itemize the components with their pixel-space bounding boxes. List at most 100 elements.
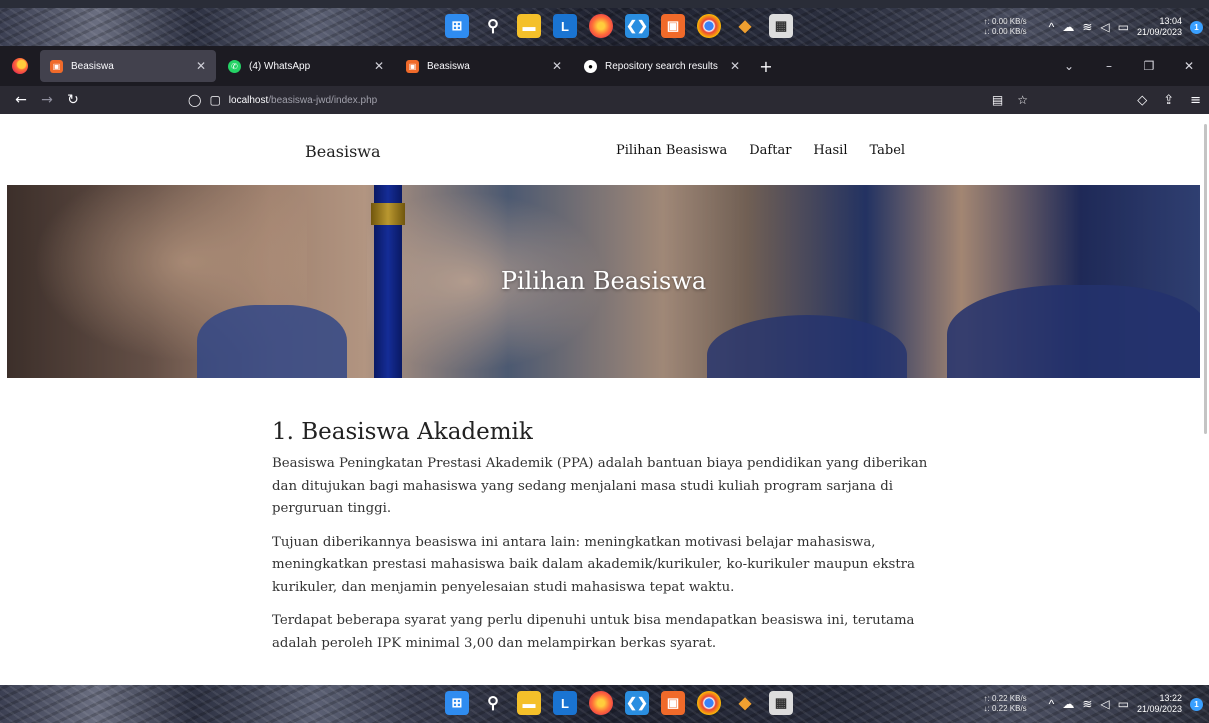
cloud-icon[interactable]: ☁ (1062, 20, 1074, 34)
close-tab-icon[interactable]: ✕ (552, 59, 562, 73)
menu-hasil[interactable]: Hasil (813, 143, 847, 158)
restore-button[interactable]: ❐ (1129, 59, 1169, 73)
clock-time: 13:04 (1159, 16, 1182, 26)
url-bar[interactable]: ◯ ▢ localhost/beasiswa-jwd/index.php ▤ ☆ (188, 86, 1038, 114)
file-explorer-icon[interactable]: ▬ (517, 14, 541, 38)
taskbar-apps: ⊞ ⚲ ▬ L ❮❯ ▣ ◆ ▦ (445, 691, 793, 715)
tab-title: Beasiswa (71, 60, 114, 72)
scrollbar-thumb[interactable] (1204, 124, 1207, 434)
l-app-icon[interactable]: L (553, 14, 577, 38)
taskbar-top: ⊞ ⚲ ▬ L ❮❯ ▣ ◆ ▦ ↑: 0.00 KB/s ↓: 0.00 KB… (0, 8, 1209, 46)
clock-time: 13:22 (1159, 693, 1182, 703)
browser-nav-bar: ← → ↻ ◯ ▢ localhost/beasiswa-jwd/index.p… (0, 86, 1209, 114)
windows-start-icon[interactable]: ⊞ (445, 14, 469, 38)
site-navbar: Beasiswa Pilihan Beasiswa Daftar Hasil T… (0, 114, 1200, 186)
tab-beasiswa[interactable]: ▣ Beasiswa ✕ (396, 50, 572, 82)
volume-icon[interactable]: ◁ (1100, 20, 1109, 34)
firefox-menu-icon[interactable] (0, 46, 40, 86)
cloud-icon[interactable]: ☁ (1062, 697, 1074, 711)
page-icon: ▢ (209, 93, 221, 107)
firefox-icon[interactable] (589, 691, 613, 715)
network-speed: ↑: 0.22 KB/s ↓: 0.22 KB/s (984, 694, 1027, 714)
taskbar-apps: ⊞ ⚲ ▬ L ❮❯ ▣ ◆ ▦ (445, 14, 793, 38)
image-app-icon[interactable]: ▦ (769, 691, 793, 715)
reload-button[interactable]: ↻ (60, 92, 86, 108)
chrome-icon[interactable] (697, 691, 721, 715)
page-scrollbar[interactable] (1200, 114, 1209, 685)
close-tab-icon[interactable]: ✕ (196, 59, 206, 73)
minimize-button[interactable]: – (1089, 59, 1129, 73)
section-heading: 1. Beasiswa Akademik (272, 419, 533, 445)
tab-title: (4) WhatsApp (249, 60, 311, 72)
l-app-icon[interactable]: L (553, 691, 577, 715)
tab-beasiswa-active[interactable]: ▣ Beasiswa ✕ (40, 50, 216, 82)
close-window-button[interactable]: ✕ (1169, 59, 1209, 73)
file-explorer-icon[interactable]: ▬ (517, 691, 541, 715)
menu-daftar[interactable]: Daftar (749, 143, 791, 158)
paragraph: Beasiswa Peningkatan Prestasi Akademik (… (272, 456, 928, 516)
tab-whatsapp[interactable]: ✆ (4) WhatsApp ✕ (218, 50, 394, 82)
battery-icon[interactable]: ▭ (1118, 20, 1129, 34)
beasiswa-favicon-icon: ▣ (406, 59, 419, 73)
tab-title: Beasiswa (427, 60, 470, 72)
wifi-icon[interactable]: ≋ (1082, 697, 1092, 711)
site-brand[interactable]: Beasiswa (305, 142, 381, 161)
net-upload: ↑: 0.22 KB/s (983, 694, 1027, 703)
menu-tabel[interactable]: Tabel (870, 143, 906, 158)
web-page: Beasiswa Pilihan Beasiswa Daftar Hasil T… (0, 114, 1200, 685)
tab-list-chevron-icon[interactable]: ⌄ (1049, 59, 1089, 73)
bookmark-star-icon[interactable]: ☆ (1017, 93, 1028, 107)
chevron-up-icon[interactable]: ^ (1049, 697, 1055, 711)
git-icon[interactable]: ◆ (733, 14, 757, 38)
clock[interactable]: 13:04 21/09/2023 (1137, 16, 1182, 38)
back-button[interactable]: ← (8, 92, 34, 108)
hero-title: Pilihan Beasiswa (500, 267, 707, 295)
network-speed: ↑: 0.00 KB/s ↓: 0.00 KB/s (984, 17, 1027, 37)
git-icon[interactable]: ◆ (733, 691, 757, 715)
vscode-icon[interactable]: ❮❯ (625, 691, 649, 715)
github-favicon-icon: ● (584, 59, 597, 73)
url-host: localhost (228, 94, 269, 106)
firefox-icon[interactable] (589, 14, 613, 38)
close-tab-icon[interactable]: ✕ (730, 59, 740, 73)
hero-banner: Pilihan Beasiswa (7, 185, 1200, 378)
close-tab-icon[interactable]: ✕ (374, 59, 384, 73)
taskbar-bottom: ⊞ ⚲ ▬ L ❮❯ ▣ ◆ ▦ ↑: 0.22 KB/s ↓: 0.22 KB… (0, 685, 1209, 723)
notification-badge[interactable]: 1 (1190, 697, 1203, 711)
volume-icon[interactable]: ◁ (1100, 697, 1109, 711)
chevron-up-icon[interactable]: ^ (1049, 20, 1055, 34)
windows-start-icon[interactable]: ⊞ (445, 691, 469, 715)
paragraph: Tujuan diberikannya beasiswa ini antara … (272, 534, 915, 595)
vscode-icon[interactable]: ❮❯ (625, 14, 649, 38)
wifi-icon[interactable]: ≋ (1082, 20, 1092, 34)
forward-button[interactable]: → (34, 92, 60, 108)
search-icon[interactable]: ⚲ (481, 691, 505, 715)
main-content: 1. Beasiswa Akademik Beasiswa Peningkata… (272, 419, 942, 666)
reader-view-icon[interactable]: ▤ (992, 93, 1003, 107)
image-app-icon[interactable]: ▦ (769, 14, 793, 38)
pocket-icon[interactable]: ◇ (1137, 93, 1147, 108)
clock-date: 21/09/2023 (1136, 704, 1182, 714)
tab-title: Repository search results (605, 60, 718, 72)
clock-date: 21/09/2023 (1136, 27, 1182, 37)
beasiswa-app-icon[interactable]: ▣ (661, 691, 685, 715)
shield-icon[interactable]: ◯ (188, 93, 201, 107)
notification-badge[interactable]: 1 (1190, 20, 1203, 34)
beasiswa-app-icon[interactable]: ▣ (661, 14, 685, 38)
tab-repository-search[interactable]: ● Repository search results ✕ (574, 50, 750, 82)
menu-pilihan-beasiswa[interactable]: Pilihan Beasiswa (616, 143, 727, 158)
net-download: ↓: 0.00 KB/s (983, 27, 1027, 36)
new-tab-button[interactable]: + (752, 57, 780, 76)
battery-icon[interactable]: ▭ (1118, 697, 1129, 711)
system-tray: ↑: 0.22 KB/s ↓: 0.22 KB/s ^ ☁ ≋ ◁ ▭ 13:2… (984, 685, 1209, 723)
chrome-icon[interactable] (697, 14, 721, 38)
search-icon[interactable]: ⚲ (481, 14, 505, 38)
net-upload: ↑: 0.00 KB/s (983, 17, 1027, 26)
site-menu: Pilihan Beasiswa Daftar Hasil Tabel (616, 143, 905, 158)
clock[interactable]: 13:22 21/09/2023 (1137, 693, 1182, 715)
share-icon[interactable]: ⇪ (1163, 93, 1174, 108)
paragraph: Terdapat beberapa syarat yang perlu dipe… (272, 613, 915, 651)
beasiswa-favicon-icon: ▣ (50, 59, 63, 73)
hamburger-menu-icon[interactable]: ≡ (1190, 93, 1201, 108)
desktop-top-strip (0, 0, 1209, 8)
